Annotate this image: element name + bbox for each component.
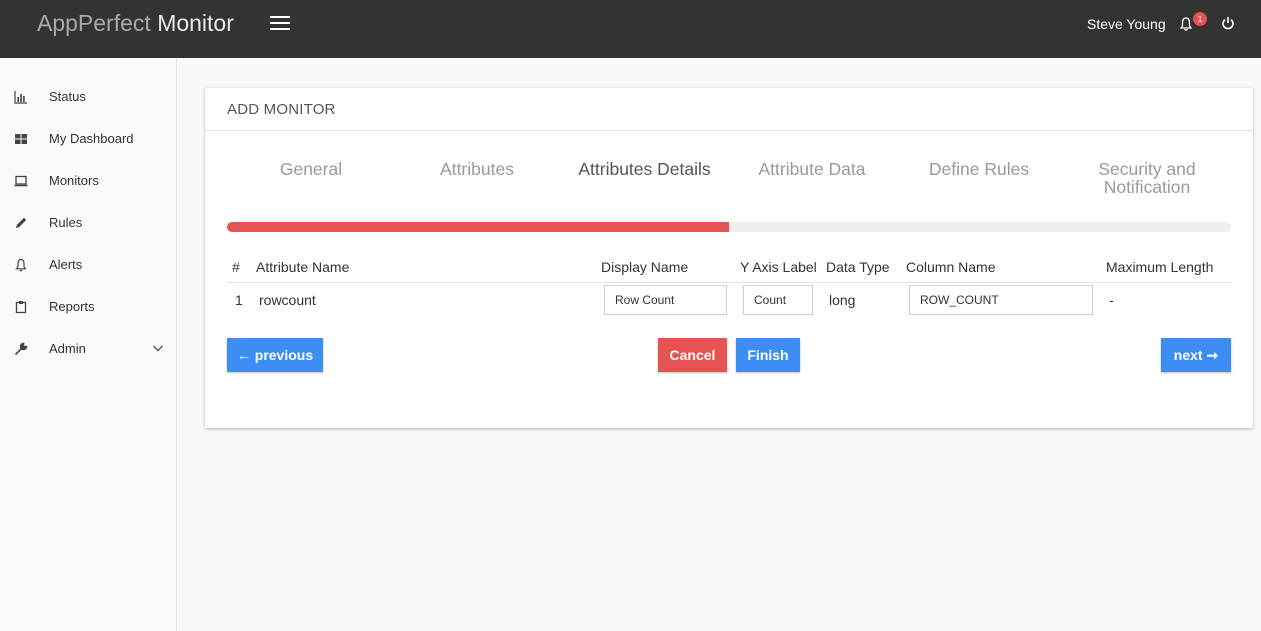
- sidebar-item-label: Admin: [49, 341, 86, 356]
- cancel-button[interactable]: Cancel: [658, 338, 727, 372]
- pencil-icon: [14, 216, 28, 230]
- row-index: 1: [235, 292, 243, 308]
- monitor-icon: [14, 174, 28, 188]
- row-attribute-name: rowcount: [259, 292, 316, 308]
- previous-button[interactable]: ← previous: [227, 338, 323, 372]
- brand-name-light: AppPerfect: [37, 10, 158, 36]
- wizard-step-attributes-details[interactable]: Attributes Details: [567, 160, 722, 178]
- column-name-input[interactable]: [909, 285, 1093, 315]
- wizard-step-general[interactable]: General: [261, 160, 361, 178]
- sidebar-item-status[interactable]: Status: [0, 76, 176, 118]
- finish-button[interactable]: Finish: [736, 338, 800, 372]
- user-name[interactable]: Steve Young: [1087, 16, 1166, 32]
- sidebar-item-label: Status: [49, 89, 86, 104]
- clipboard-icon: [14, 300, 28, 314]
- add-monitor-card: ADD MONITOR General Attributes Attribute…: [205, 88, 1253, 428]
- card-title: ADD MONITOR: [227, 101, 336, 118]
- wizard-step-attribute-data[interactable]: Attribute Data: [747, 160, 877, 178]
- brand-name-bold: Monitor: [157, 10, 234, 36]
- wrench-icon: [14, 342, 28, 356]
- column-header-attribute-name: Attribute Name: [256, 259, 350, 275]
- wizard-progress-bar: [227, 222, 1231, 232]
- sidebar-item-label: Alerts: [49, 257, 83, 272]
- dashboard-grid-icon: [14, 132, 28, 146]
- sidebar-item-reports[interactable]: Reports: [0, 286, 176, 328]
- column-header-data-type: Data Type: [826, 259, 890, 275]
- table-header-divider: [227, 282, 1231, 283]
- notification-bell-icon[interactable]: [1178, 16, 1194, 32]
- wizard-step-security-notification[interactable]: Security and Notification: [1085, 160, 1209, 196]
- y-axis-label-input[interactable]: [743, 285, 813, 315]
- sidebar-item-monitors[interactable]: Monitors: [0, 160, 176, 202]
- row-maximum-length: -: [1109, 292, 1114, 308]
- bell-icon: [14, 258, 28, 272]
- column-header-column-name: Column Name: [906, 259, 996, 275]
- sidebar-item-my-dashboard[interactable]: My Dashboard: [0, 118, 176, 160]
- next-button[interactable]: next ➞: [1161, 338, 1231, 372]
- wizard-step-attributes[interactable]: Attributes: [427, 160, 527, 178]
- display-name-input[interactable]: [604, 285, 727, 315]
- card-divider: [205, 130, 1253, 131]
- chevron-down-icon[interactable]: [151, 341, 165, 355]
- sidebar-item-rules[interactable]: Rules: [0, 202, 176, 244]
- app-logo[interactable]: AppPerfect Monitor: [37, 9, 234, 37]
- column-header-y-axis-label: Y Axis Label: [740, 259, 817, 275]
- column-header-display-name: Display Name: [601, 259, 689, 275]
- sidebar: Status My Dashboard Monitors Rules Alert…: [0, 58, 177, 631]
- column-header-maximum-length: Maximum Length: [1106, 259, 1214, 275]
- bar-chart-icon: [14, 90, 28, 104]
- column-header-index: #: [232, 259, 240, 275]
- top-bar: AppPerfect Monitor Steve Young 1: [0, 0, 1261, 58]
- sidebar-item-label: Rules: [49, 215, 83, 230]
- sidebar-item-label: Reports: [49, 299, 95, 314]
- sidebar-item-alerts[interactable]: Alerts: [0, 244, 176, 286]
- menu-toggle-icon[interactable]: [270, 15, 290, 31]
- wizard-progress-fill: [227, 222, 729, 232]
- wizard-step-define-rules[interactable]: Define Rules: [919, 160, 1039, 178]
- sidebar-item-label: Monitors: [49, 173, 99, 188]
- sidebar-item-admin[interactable]: Admin: [0, 328, 176, 370]
- power-logout-icon[interactable]: [1221, 16, 1235, 30]
- notification-badge: 1: [1193, 12, 1207, 26]
- sidebar-item-label: My Dashboard: [49, 131, 134, 146]
- row-data-type: long: [829, 292, 856, 308]
